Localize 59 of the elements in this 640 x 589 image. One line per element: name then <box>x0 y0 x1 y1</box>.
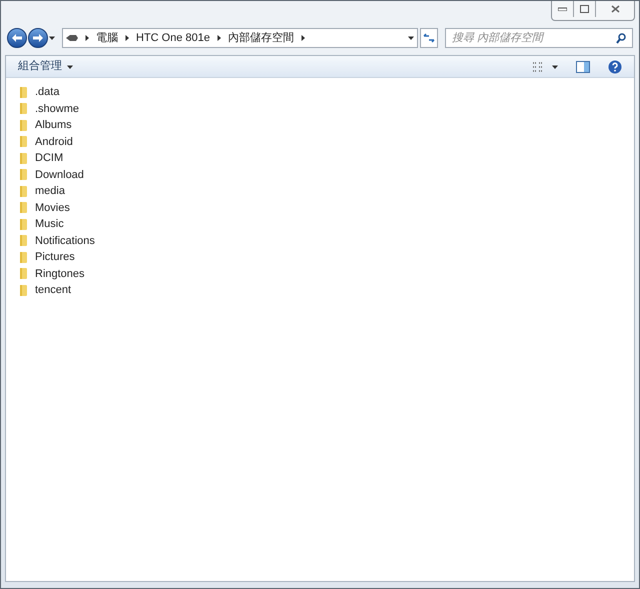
breadcrumb-separator-icon <box>300 35 306 41</box>
folder-item[interactable]: DCIM <box>20 150 68 166</box>
folder-item[interactable]: Albums <box>20 117 76 134</box>
view-options-button[interactable] <box>532 60 558 72</box>
folder-icon <box>20 136 27 148</box>
close-icon <box>610 5 620 13</box>
address-bar[interactable]: 電腦 HTC One 801e 內部儲存空間 <box>62 28 418 48</box>
folder-item[interactable]: Ringtones <box>20 266 89 282</box>
folder-icon <box>20 186 27 197</box>
breadcrumb-item[interactable]: HTC One 801e <box>136 30 210 46</box>
folder-item[interactable]: Music <box>20 216 68 232</box>
refresh-button[interactable] <box>420 28 438 48</box>
right-arrow-icon <box>32 33 44 43</box>
refresh-icon <box>423 33 435 43</box>
maximize-icon <box>580 5 589 13</box>
folder-icon <box>20 169 27 180</box>
help-button[interactable] <box>608 60 622 74</box>
organize-menu-button[interactable]: 組合管理 <box>18 58 73 75</box>
folder-icon <box>20 218 27 230</box>
preview-pane-icon <box>576 60 590 72</box>
folder-item[interactable]: media <box>20 183 69 200</box>
breadcrumb-separator-icon <box>216 35 222 41</box>
view-grid-icon <box>532 60 544 72</box>
folder-icon <box>20 235 27 246</box>
search-input[interactable]: 搜尋 內部儲存空間 <box>452 30 616 46</box>
folder-icon <box>20 284 27 296</box>
breadcrumb-item[interactable]: 內部儲存空間 <box>228 30 294 46</box>
caret-icon <box>552 64 558 70</box>
history-dropdown[interactable] <box>49 35 57 41</box>
folder-item[interactable]: tencent <box>20 282 76 298</box>
folder-item[interactable]: .data <box>20 84 64 100</box>
folder-icon <box>20 202 27 214</box>
folder-icon <box>20 252 27 263</box>
folder-icon <box>20 152 27 164</box>
breadcrumb-separator-icon <box>124 35 130 41</box>
folder-icon <box>20 103 27 114</box>
left-arrow-icon <box>11 33 23 43</box>
search-field[interactable]: 搜尋 內部儲存空間 <box>445 28 633 48</box>
caret-icon <box>408 35 414 41</box>
folder-item[interactable]: .showme <box>20 100 84 117</box>
folder-item[interactable]: Pictures <box>20 249 79 266</box>
forward-button[interactable] <box>28 28 48 48</box>
folder-item[interactable]: Download <box>20 166 88 183</box>
folder-item[interactable]: Movies <box>20 200 74 216</box>
breadcrumb-separator-icon <box>84 35 90 41</box>
folder-icon <box>20 86 27 98</box>
help-icon <box>608 60 622 74</box>
caret-icon <box>49 35 55 41</box>
breadcrumb-item[interactable]: 電腦 <box>96 30 118 46</box>
folder-item[interactable]: Notifications <box>20 232 99 249</box>
minimize-icon <box>558 7 567 11</box>
preview-pane-button[interactable] <box>576 60 590 72</box>
folder-icon <box>20 268 27 280</box>
back-button[interactable] <box>7 28 27 48</box>
device-icon <box>66 34 78 42</box>
folder-icon <box>20 120 27 131</box>
search-icon <box>616 32 626 44</box>
folder-item[interactable]: Android <box>20 134 77 150</box>
caret-icon <box>67 64 73 70</box>
